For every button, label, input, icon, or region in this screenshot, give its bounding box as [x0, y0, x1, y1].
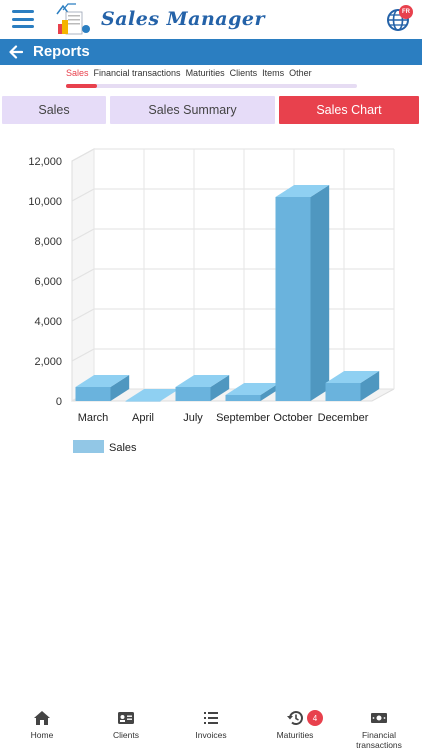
app-logo-icon [56, 3, 90, 35]
bar-front [275, 197, 311, 401]
back-arrow-icon[interactable] [9, 44, 23, 60]
tab-sales[interactable]: Sales [66, 68, 89, 84]
legend-swatch [73, 440, 104, 453]
page-title: Reports [33, 43, 90, 60]
tab-clients[interactable]: Clients [230, 68, 258, 84]
sales-chart: 0 2,000 4,000 6,000 8,000 10,000 12,000 March Ap… [28, 148, 395, 454]
x-tick-label: April [132, 412, 154, 424]
nav-maturities[interactable]: Maturities 4 [255, 710, 335, 740]
id-card-icon [118, 712, 134, 724]
y-tick-label: 6,000 [34, 276, 62, 288]
maturities-count-badge: 4 [307, 710, 323, 726]
x-tick-label: December [318, 412, 369, 424]
nav-maturities-label: Maturities [276, 730, 314, 740]
page-header: Reports [0, 39, 422, 65]
y-tick-label: 8,000 [34, 236, 62, 248]
x-tick-label: March [78, 412, 109, 424]
segment-sales-summary-button[interactable]: Sales Summary [110, 96, 275, 124]
tab-active-indicator [66, 84, 97, 88]
bar-front [75, 387, 111, 401]
tab-other[interactable]: Other [289, 68, 312, 84]
app-bar: Sales Manager FR [0, 0, 422, 39]
language-badge[interactable]: FR [399, 5, 413, 19]
tab-items[interactable]: Items [262, 68, 284, 84]
tab-scroll-track[interactable] [66, 84, 357, 88]
x-tick-label: July [183, 412, 203, 424]
y-tick-label: 4,000 [34, 316, 62, 328]
nav-financial-transactions-label: Financial transactions [356, 730, 402, 750]
nav-invoices-label: Invoices [195, 730, 227, 740]
home-icon [34, 711, 50, 725]
category-tabs: Sales Financial transactions Maturities … [66, 68, 312, 84]
money-icon [371, 713, 387, 723]
y-tick-label: 10,000 [28, 196, 62, 208]
history-icon [287, 711, 303, 726]
list-icon [204, 712, 218, 724]
nav-clients-label: Clients [113, 730, 139, 740]
y-tick-label: 0 [56, 396, 62, 408]
bar-front [125, 401, 161, 402]
nav-financial-transactions[interactable]: Financial transactions [339, 710, 419, 750]
tab-financial-transactions[interactable]: Financial transactions [94, 68, 181, 84]
chart-legend: Sales [73, 440, 137, 454]
bottom-navigation: Home Clients Invoices Maturities 4 Finan… [0, 704, 422, 750]
nav-home-label: Home [30, 730, 54, 740]
legend-label: Sales [109, 442, 137, 454]
bar-front [225, 395, 261, 401]
nav-clients[interactable]: Clients [86, 710, 166, 740]
y-tick-label: 12,000 [28, 156, 62, 168]
app-brand: Sales Manager [101, 8, 266, 30]
menu-icon[interactable] [12, 10, 34, 28]
bar-front [175, 387, 211, 401]
bar-front [325, 383, 361, 401]
tab-maturities[interactable]: Maturities [186, 68, 225, 84]
x-tick-label: October [273, 412, 312, 424]
bar-side [310, 185, 330, 401]
nav-invoices[interactable]: Invoices [171, 710, 251, 740]
x-tick-label: September [216, 412, 270, 424]
y-tick-label: 2,000 [34, 356, 62, 368]
segment-sales-chart-button[interactable]: Sales Chart [279, 96, 419, 124]
nav-home[interactable]: Home [2, 710, 82, 740]
segment-sales-button[interactable]: Sales [2, 96, 106, 124]
